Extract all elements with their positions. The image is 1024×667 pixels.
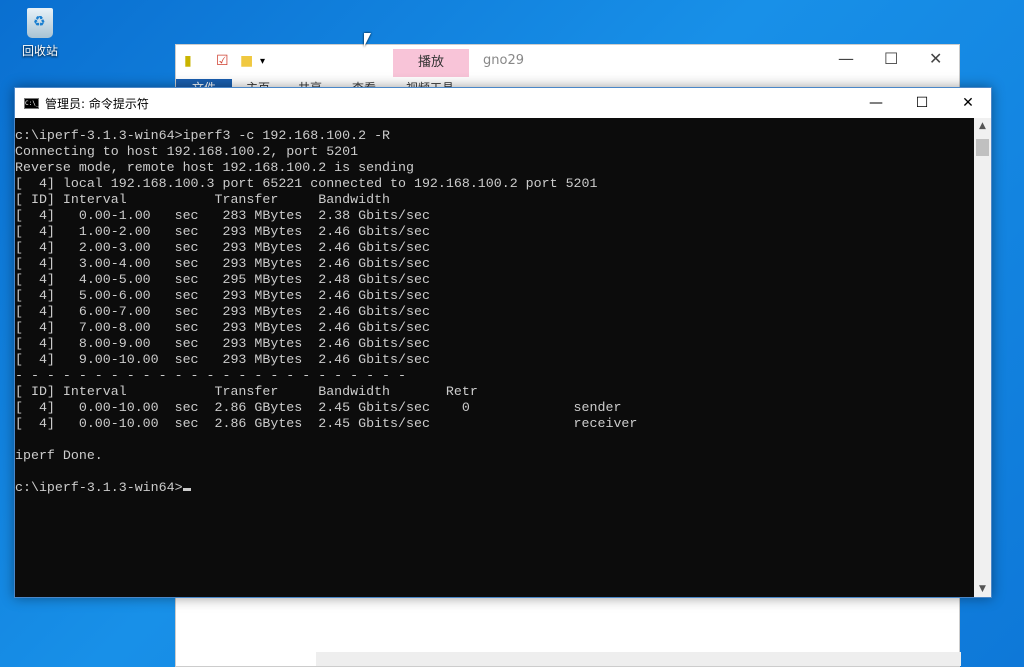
vertical-scrollbar[interactable]: ▲ ▼ bbox=[974, 118, 991, 597]
terminal-line-text: [ 4] 2.00-3.00 sec 293 MBytes 2.46 Gbits… bbox=[15, 240, 430, 255]
recycle-bin[interactable]: 回收站 bbox=[14, 8, 66, 59]
terminal-line-text: [ 4] 8.00-9.00 sec 293 MBytes 2.46 Gbits… bbox=[15, 336, 430, 351]
tab-play[interactable]: 播放 bbox=[393, 49, 469, 77]
terminal-line-text: [ 4] 0.00-10.00 sec 2.86 GBytes 2.45 Gbi… bbox=[15, 400, 622, 415]
terminal-line: [ 4] 8.00-9.00 sec 293 MBytes 2.46 Gbits… bbox=[15, 336, 974, 352]
scroll-down-icon[interactable]: ▼ bbox=[974, 584, 991, 594]
terminal-line-text: c:\iperf-3.1.3-win64> bbox=[15, 480, 183, 495]
terminal-line-text: [ 4] 4.00-5.00 sec 295 MBytes 2.48 Gbits… bbox=[15, 272, 430, 287]
terminal-line-text: Connecting to host 192.168.100.2, port 5… bbox=[15, 144, 359, 159]
terminal-line: [ 4] 2.00-3.00 sec 293 MBytes 2.46 Gbits… bbox=[15, 240, 974, 256]
terminal-line-text: c:\iperf-3.1.3-win64>iperf3 -c 192.168.1… bbox=[15, 128, 391, 143]
explorer-titlebar: ▮ ☑ ■ ▾ 播放 gno29 — ☐ ✕ 文件 主页 共享 查看 视频工具 bbox=[176, 45, 959, 95]
terminal-line-text: [ ID] Interval Transfer Bandwidth Retr bbox=[15, 384, 478, 399]
terminal-line: Connecting to host 192.168.100.2, port 5… bbox=[15, 144, 974, 160]
terminal-line: [ ID] Interval Transfer Bandwidth Retr bbox=[15, 384, 974, 400]
terminal-line-text: [ 4] 0.00-10.00 sec 2.86 GBytes 2.45 Gbi… bbox=[15, 416, 638, 431]
terminal-output[interactable]: c:\iperf-3.1.3-win64>iperf3 -c 192.168.1… bbox=[15, 118, 974, 597]
terminal-line: iperf Done. bbox=[15, 448, 974, 464]
terminal-line: [ 4] 5.00-6.00 sec 293 MBytes 2.46 Gbits… bbox=[15, 288, 974, 304]
cmd-icon: C:\_ bbox=[24, 97, 40, 109]
horizontal-scrollbar[interactable] bbox=[316, 652, 961, 666]
folder-icon[interactable]: ■ bbox=[240, 53, 253, 69]
terminal-line-text: [ ID] Interval Transfer Bandwidth bbox=[15, 192, 391, 207]
scroll-up-icon[interactable]: ▲ bbox=[974, 121, 991, 131]
terminal-line-text: [ 4] 5.00-6.00 sec 293 MBytes 2.46 Gbits… bbox=[15, 288, 430, 303]
terminal-line: [ ID] Interval Transfer Bandwidth bbox=[15, 192, 974, 208]
terminal-line-text: [ 4] 0.00-1.00 sec 283 MBytes 2.38 Gbits… bbox=[15, 208, 430, 223]
minimize-button[interactable]: — bbox=[853, 88, 899, 118]
recycle-bin-label: 回收站 bbox=[21, 44, 58, 58]
checklist-icon[interactable]: ☑ bbox=[216, 53, 229, 69]
terminal-line-text: iperf Done. bbox=[15, 448, 103, 463]
window-title: 管理员: 命令提示符 bbox=[45, 96, 149, 111]
terminal-line: [ 4] 4.00-5.00 sec 295 MBytes 2.48 Gbits… bbox=[15, 272, 974, 288]
terminal-line: [ 4] 3.00-4.00 sec 293 MBytes 2.46 Gbits… bbox=[15, 256, 974, 272]
terminal-line: Reverse mode, remote host 192.168.100.2 … bbox=[15, 160, 974, 176]
terminal-line-text: [ 4] 7.00-8.00 sec 293 MBytes 2.46 Gbits… bbox=[15, 320, 430, 335]
recycle-bin-icon bbox=[27, 8, 53, 38]
close-button[interactable]: ✕ bbox=[945, 88, 991, 118]
close-button[interactable]: ✕ bbox=[929, 49, 942, 68]
terminal-line-text: - - - - - - - - - - - - - - - - - - - - … bbox=[15, 368, 406, 383]
maximize-button[interactable]: ☐ bbox=[899, 88, 945, 118]
terminal-line: c:\iperf-3.1.3-win64> bbox=[15, 480, 974, 496]
terminal-line-text: Reverse mode, remote host 192.168.100.2 … bbox=[15, 160, 414, 175]
terminal-line-text: [ 4] 3.00-4.00 sec 293 MBytes 2.46 Gbits… bbox=[15, 256, 430, 271]
terminal-line: c:\iperf-3.1.3-win64>iperf3 -c 192.168.1… bbox=[15, 128, 974, 144]
terminal-line-text: [ 4] 1.00-2.00 sec 293 MBytes 2.46 Gbits… bbox=[15, 224, 430, 239]
customize-dropdown-icon[interactable]: ▾ bbox=[260, 56, 265, 67]
terminal-line: [ 4] 9.00-10.00 sec 293 MBytes 2.46 Gbit… bbox=[15, 352, 974, 368]
terminal-line-text: [ 4] 9.00-10.00 sec 293 MBytes 2.46 Gbit… bbox=[15, 352, 430, 367]
terminal-line: [ 4] local 192.168.100.3 port 65221 conn… bbox=[15, 176, 974, 192]
text-cursor bbox=[182, 488, 191, 491]
minimize-button[interactable]: — bbox=[838, 49, 854, 68]
cmd-window[interactable]: C:\_ 管理员: 命令提示符 — ☐ ✕ c:\iperf-3.1.3-win… bbox=[14, 87, 992, 598]
mouse-pointer-icon bbox=[364, 33, 371, 47]
terminal-line: [ 4] 0.00-10.00 sec 2.86 GBytes 2.45 Gbi… bbox=[15, 416, 974, 432]
terminal-line-text: [ 4] local 192.168.100.3 port 65221 conn… bbox=[15, 176, 598, 191]
terminal-line: [ 4] 0.00-1.00 sec 283 MBytes 2.38 Gbits… bbox=[15, 208, 974, 224]
scroll-thumb[interactable] bbox=[976, 139, 989, 156]
properties-icon[interactable]: ▮ bbox=[184, 53, 192, 69]
terminal-line: [ 4] 6.00-7.00 sec 293 MBytes 2.46 Gbits… bbox=[15, 304, 974, 320]
terminal-line-text: [ 4] 6.00-7.00 sec 293 MBytes 2.46 Gbits… bbox=[15, 304, 430, 319]
terminal-line: [ 4] 1.00-2.00 sec 293 MBytes 2.46 Gbits… bbox=[15, 224, 974, 240]
maximize-button[interactable]: ☐ bbox=[884, 49, 898, 68]
window-title: gno29 bbox=[483, 53, 524, 68]
terminal-line: [ 4] 0.00-10.00 sec 2.86 GBytes 2.45 Gbi… bbox=[15, 400, 974, 416]
terminal-line: [ 4] 7.00-8.00 sec 293 MBytes 2.46 Gbits… bbox=[15, 320, 974, 336]
cmd-titlebar[interactable]: C:\_ 管理员: 命令提示符 — ☐ ✕ bbox=[15, 88, 991, 118]
terminal-line: - - - - - - - - - - - - - - - - - - - - … bbox=[15, 368, 974, 384]
